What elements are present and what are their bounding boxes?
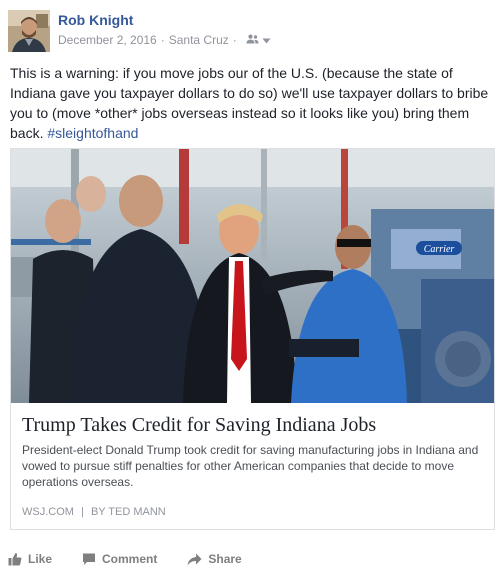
carrier-sign: Carrier xyxy=(424,244,455,255)
share-label: Share xyxy=(208,552,242,566)
comment-label: Comment xyxy=(102,552,158,566)
avatar[interactable] xyxy=(8,10,50,52)
link-source: WSJ.COM | BY TED MANN xyxy=(22,506,166,518)
link-description: President-elect Donald Trump took credit… xyxy=(22,443,479,489)
post-actions: Like Comment Share xyxy=(8,548,272,570)
link-preview-image[interactable]: Carrier xyxy=(11,149,494,403)
source-separator: | xyxy=(81,506,84,518)
share-button[interactable]: Share xyxy=(187,552,242,566)
post-date[interactable]: December 2, 2016 xyxy=(58,33,157,47)
chevron-down-icon[interactable] xyxy=(262,33,271,47)
link-title[interactable]: Trump Takes Credit for Saving Indiana Jo… xyxy=(22,414,376,437)
friends-icon[interactable] xyxy=(246,33,259,47)
hashtag-link[interactable]: #sleightofhand xyxy=(47,125,138,141)
like-label: Like xyxy=(28,552,53,566)
comment-icon xyxy=(83,553,96,565)
like-button[interactable]: Like xyxy=(8,552,52,566)
link-preview-card[interactable]: Carrier Trump Takes Credit for Saving In… xyxy=(10,148,495,530)
comment-button[interactable]: Comment xyxy=(82,552,157,566)
source-domain: WSJ.COM xyxy=(22,506,74,518)
share-arrow-icon xyxy=(187,553,202,565)
avatar-image xyxy=(8,10,50,52)
post-text: This is a warning: if you move jobs our … xyxy=(10,63,496,143)
facebook-post: Rob Knight December 2, 2016 · Santa Cruz… xyxy=(0,0,503,574)
byline: BY TED MANN xyxy=(90,506,166,518)
post-location[interactable]: Santa Cruz xyxy=(169,33,229,47)
meta-separator: · xyxy=(160,33,165,47)
post-meta: December 2, 2016 · Santa Cruz · xyxy=(58,33,271,47)
meta-separator: · xyxy=(232,33,237,47)
thumbs-up-icon xyxy=(8,553,22,566)
author-name[interactable]: Rob Knight xyxy=(58,12,133,28)
